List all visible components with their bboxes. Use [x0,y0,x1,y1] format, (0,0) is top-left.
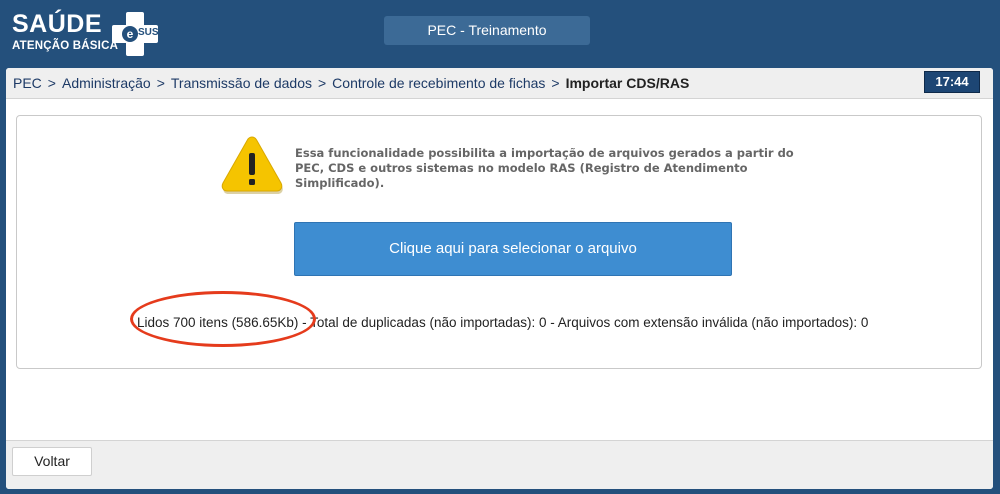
breadcrumb-separator: > [47,75,56,91]
highlight-annotation-ellipse [130,291,316,347]
import-info-text: Essa funcionalidade possibilita a import… [295,146,794,190]
breadcrumb-item-transmissao[interactable]: Transmissão de dados [171,75,312,91]
session-clock: 17:44 [924,71,980,93]
logo-title: SAÚDE [12,10,103,38]
logo-e-letter: e [122,26,138,42]
breadcrumb-current: Importar CDS/RAS [565,75,690,91]
warning-triangle-icon [221,136,283,194]
breadcrumb-item-controle[interactable]: Controle de recebimento de fichas [332,75,545,91]
esus-logo: SAÚDE ATENÇÃO BÁSICA e SUS [12,10,162,56]
breadcrumb-bar: PEC > Administração > Transmissão de dados > C… [6,68,993,99]
footer-bar: Voltar [6,440,993,489]
breadcrumb-separator: > [156,75,165,91]
top-bar: SAÚDE ATENÇÃO BÁSICA e SUS PEC - Treinam… [0,0,1000,64]
select-file-button[interactable]: Clique aqui para selecionar o arquivo [294,222,732,276]
logo-sus-text: SUS [138,27,159,38]
back-button[interactable]: Voltar [12,447,92,476]
logo-subtitle: ATENÇÃO BÁSICA [12,40,119,52]
breadcrumb: PEC > Administração > Transmissão de dados > C… [13,75,689,91]
health-cross-icon: e SUS [112,12,159,58]
environment-badge: PEC - Treinamento [384,16,590,45]
breadcrumb-item-administracao[interactable]: Administração [62,75,151,91]
main-panel: PEC > Administração > Transmissão de dados > C… [6,68,993,489]
breadcrumb-separator: > [317,75,327,91]
breadcrumb-item-pec[interactable]: PEC [13,75,42,91]
breadcrumb-separator: > [551,75,560,91]
